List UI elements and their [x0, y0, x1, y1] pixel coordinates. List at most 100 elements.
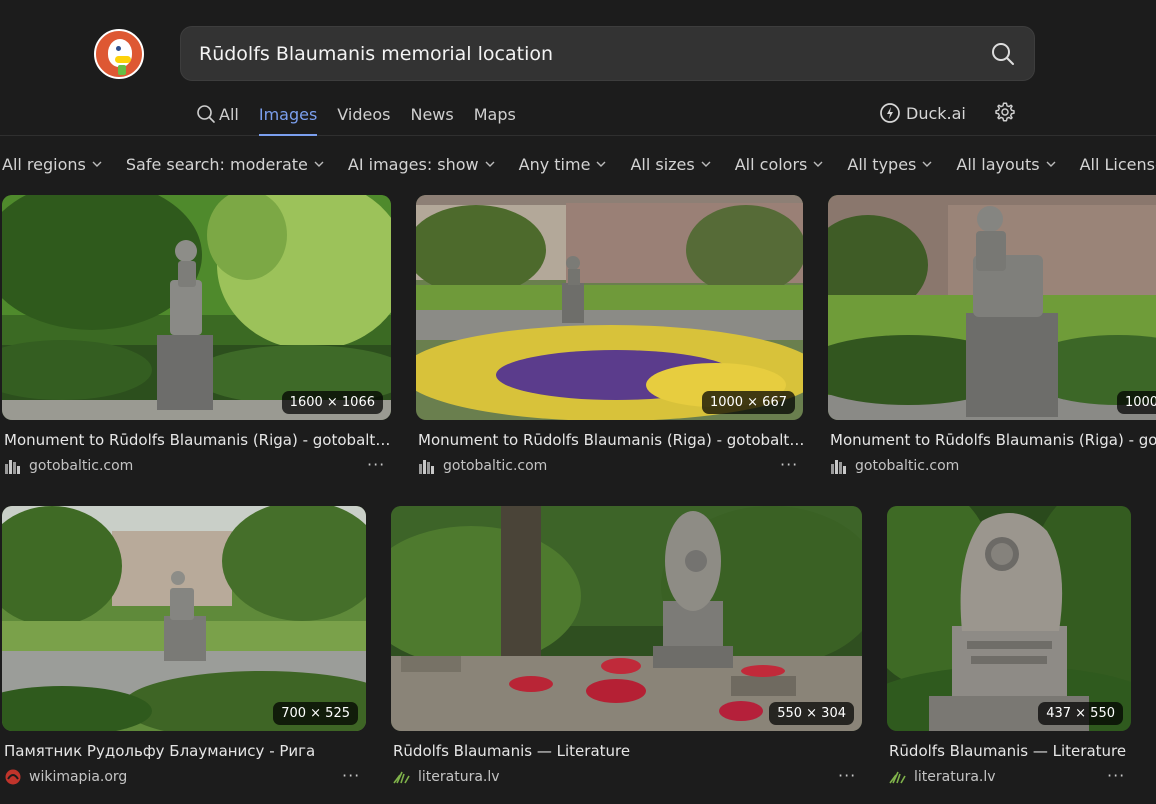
result-source[interactable]: literatura.lv: [889, 769, 996, 785]
more-options-button[interactable]: ···: [367, 455, 385, 474]
image-result[interactable]: 437 × 550 Rūdolfs Blaumanis — Literature…: [887, 506, 1131, 796]
filter-regions[interactable]: All regions: [0, 155, 112, 174]
duckduckgo-logo[interactable]: [94, 29, 144, 79]
tab-images[interactable]: Images: [258, 96, 318, 136]
chevron-down-icon: [1046, 161, 1056, 167]
more-options-button[interactable]: ···: [838, 766, 856, 785]
nav-tabs: All Images Videos News Maps: [196, 96, 536, 136]
filter-types[interactable]: All types: [845, 155, 942, 174]
filter-sizes[interactable]: All sizes: [628, 155, 720, 174]
result-title[interactable]: Rūdolfs Blaumanis — Literature: [889, 742, 1132, 760]
filter-safe-search[interactable]: Safe search: moderate: [124, 155, 334, 174]
result-source-label: literatura.lv: [914, 769, 996, 785]
tab-videos[interactable]: Videos: [337, 96, 390, 132]
gotobaltic-icon: [419, 460, 434, 474]
filter-ai-images[interactable]: AI images: show: [346, 155, 505, 174]
result-thumbnail[interactable]: 1000 × 667: [828, 195, 1156, 420]
duck-ai-label: Duck.ai: [906, 103, 966, 123]
tab-all[interactable]: All: [196, 96, 239, 132]
result-thumbnail[interactable]: 700 × 525: [2, 506, 366, 731]
result-source[interactable]: wikimapia.org: [4, 769, 127, 785]
monument-image: [887, 506, 1131, 731]
result-title[interactable]: Monument to Rūdolfs Blaumanis (Riga) - g…: [4, 431, 392, 449]
result-source-label: gotobaltic.com: [29, 458, 134, 474]
chevron-down-icon: [92, 161, 102, 167]
tab-images-label: Images: [258, 104, 318, 124]
filter-licenses-label: All Licenses: [1079, 154, 1156, 174]
result-source[interactable]: gotobaltic.com: [4, 458, 133, 474]
search-input[interactable]: [199, 27, 959, 80]
image-dimensions: 437 × 550: [1038, 702, 1123, 725]
search-bar: [180, 26, 1035, 81]
monument-image: [2, 195, 391, 420]
more-options-button[interactable]: ···: [780, 455, 798, 474]
filter-time[interactable]: Any time: [517, 155, 617, 174]
monument-image: [416, 195, 803, 420]
filter-types-label: All types: [847, 154, 917, 174]
gear-icon[interactable]: [994, 101, 1016, 123]
image-result[interactable]: 1000 × 667 Monument to Rūdolfs Blaumanis…: [828, 195, 1156, 480]
result-title[interactable]: Rūdolfs Blaumanis — Literature: [393, 742, 863, 760]
result-source[interactable]: gotobaltic.com: [418, 458, 547, 474]
filter-licenses[interactable]: All Licenses: [1078, 155, 1156, 174]
filter-sizes-label: All sizes: [630, 154, 695, 174]
image-result[interactable]: 550 × 304 Rūdolfs Blaumanis — Literature…: [391, 506, 862, 796]
header: All Images Videos News Maps Duck.ai: [0, 0, 1156, 136]
tab-news-label: News: [410, 104, 454, 124]
literatura-icon: [393, 771, 410, 784]
image-dimensions: 1000 × 667: [701, 391, 795, 414]
result-source[interactable]: literatura.lv: [393, 769, 500, 785]
search-icon: [197, 105, 215, 123]
image-dimensions: 1600 × 1066: [281, 391, 383, 414]
monument-image: [391, 506, 862, 731]
tab-videos-label: Videos: [337, 104, 391, 124]
chevron-down-icon: [596, 161, 606, 167]
monument-image: [828, 195, 1156, 420]
search-icon[interactable]: [990, 41, 1016, 67]
filter-time-label: Any time: [518, 154, 591, 174]
filter-ai-images-label: AI images: show: [347, 154, 479, 174]
result-thumbnail[interactable]: 437 × 550: [887, 506, 1131, 731]
more-options-button[interactable]: ···: [342, 766, 360, 785]
filter-layouts[interactable]: All layouts: [954, 155, 1065, 174]
tab-all-label: All: [219, 104, 239, 124]
result-thumbnail[interactable]: 1000 × 667: [416, 195, 803, 420]
tab-maps[interactable]: Maps: [474, 96, 516, 132]
gotobaltic-icon: [5, 460, 20, 474]
result-title[interactable]: Памятник Рудольфу Блауманису - Рига: [4, 742, 367, 760]
chevron-down-icon: [922, 161, 932, 167]
image-result[interactable]: 700 × 525 Памятник Рудольфу Блауманису -…: [2, 506, 366, 796]
wikimapia-icon: [5, 769, 21, 785]
filter-colors[interactable]: All colors: [733, 155, 834, 174]
gotobaltic-icon: [831, 460, 846, 474]
image-dimensions: 550 × 304: [769, 702, 854, 725]
monument-image: [2, 506, 366, 731]
chevron-down-icon: [701, 161, 711, 167]
result-source-label: literatura.lv: [418, 769, 500, 785]
result-source-label: gotobaltic.com: [443, 458, 548, 474]
more-options-button[interactable]: ···: [1107, 766, 1125, 785]
filter-layouts-label: All layouts: [956, 154, 1040, 174]
image-dimensions: 1000 × 667: [1116, 391, 1156, 414]
filter-bar: All regions Safe search: moderate AI ima…: [0, 137, 1156, 191]
result-source-label: gotobaltic.com: [855, 458, 960, 474]
chevron-down-icon: [813, 161, 823, 167]
result-thumbnail[interactable]: 550 × 304: [391, 506, 862, 731]
image-result[interactable]: 1600 × 1066 Monument to Rūdolfs Blaumani…: [2, 195, 392, 480]
chevron-down-icon: [314, 161, 324, 167]
filter-colors-label: All colors: [734, 154, 808, 174]
result-title[interactable]: Monument to Rūdolfs Blaumanis (Riga) - g…: [830, 431, 1156, 449]
literatura-icon: [889, 771, 906, 784]
image-result[interactable]: 1000 × 667 Monument to Rūdolfs Blaumanis…: [416, 195, 805, 480]
image-dimensions: 700 × 525: [273, 702, 358, 725]
filter-regions-label: All regions: [2, 154, 86, 174]
result-source-label: wikimapia.org: [29, 769, 128, 785]
duck-ai-button[interactable]: Duck.ai: [879, 100, 966, 126]
duck-ai-icon: [880, 103, 900, 123]
result-thumbnail[interactable]: 1600 × 1066: [2, 195, 391, 420]
tab-news[interactable]: News: [410, 96, 453, 132]
chevron-down-icon: [485, 161, 495, 167]
filter-safe-search-label: Safe search: moderate: [125, 154, 308, 174]
result-title[interactable]: Monument to Rūdolfs Blaumanis (Riga) - g…: [418, 431, 805, 449]
result-source[interactable]: gotobaltic.com: [830, 458, 959, 474]
